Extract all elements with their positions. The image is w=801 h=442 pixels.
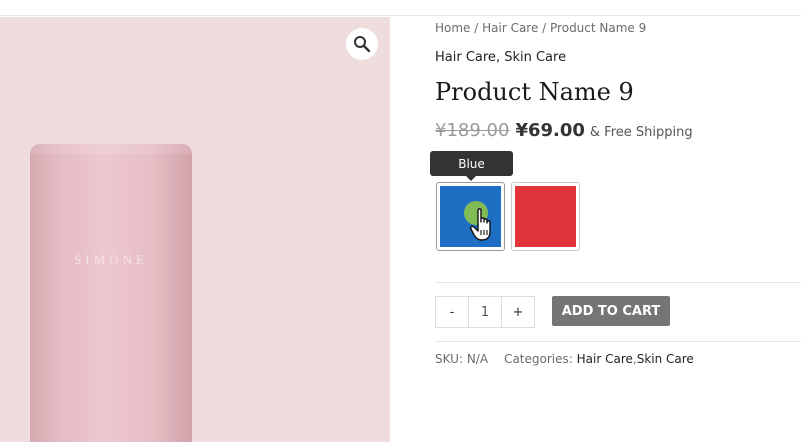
search-icon xyxy=(354,36,371,53)
quantity-input[interactable] xyxy=(468,297,502,327)
swatch-tooltip: Blue xyxy=(430,151,513,181)
quantity-plus-button[interactable]: + xyxy=(502,297,534,327)
hand-pointer-icon xyxy=(470,208,491,241)
divider xyxy=(435,282,801,283)
zoom-button[interactable] xyxy=(346,28,378,60)
swatch-red[interactable] xyxy=(511,182,580,251)
meta-category-hair-care[interactable]: Hair Care xyxy=(577,352,633,366)
breadcrumb-current: Product Name 9 xyxy=(550,21,647,35)
add-to-cart-button[interactable]: ADD TO CART xyxy=(552,296,670,326)
tube-cap xyxy=(30,144,192,154)
swatch-blue[interactable] xyxy=(436,182,505,251)
product-meta: SKU: N/A Categories: Hair Care, Skin Car… xyxy=(435,352,694,366)
color-swatches xyxy=(436,182,580,251)
categories-label: Categories: xyxy=(504,352,573,366)
regular-price: ¥189.00 xyxy=(435,120,510,141)
swatch-color xyxy=(515,186,576,247)
comma-separator: , xyxy=(495,50,505,65)
breadcrumb-separator: / xyxy=(538,21,551,35)
price-row: ¥189.00 ¥69.00 & Free Shipping xyxy=(435,120,693,141)
quantity-minus-button[interactable]: - xyxy=(436,297,468,327)
divider xyxy=(435,341,801,342)
product-title: Product Name 9 xyxy=(435,78,634,106)
breadcrumb: Home / Hair Care / Product Name 9 xyxy=(435,21,646,35)
meta-category-skin-care[interactable]: Skin Care xyxy=(637,352,694,366)
product-categories: Hair Care, Skin Care xyxy=(435,50,566,65)
category-link-skin-care[interactable]: Skin Care xyxy=(504,50,566,65)
product-image: SIMONE xyxy=(30,144,192,442)
shipping-note: & Free Shipping xyxy=(589,125,693,140)
brand-mark: SIMONE xyxy=(74,252,148,267)
breadcrumb-category[interactable]: Hair Care xyxy=(482,21,538,35)
product-gallery[interactable]: SIMONE xyxy=(0,17,390,442)
breadcrumb-home[interactable]: Home xyxy=(435,21,470,35)
category-link-hair-care[interactable]: Hair Care xyxy=(435,50,496,65)
top-bar xyxy=(0,0,801,16)
sku-label: SKU: xyxy=(435,352,463,366)
sku-value: N/A xyxy=(466,352,489,366)
sale-price: ¥69.00 xyxy=(515,120,585,141)
quantity-stepper: - + xyxy=(435,296,535,328)
breadcrumb-separator: / xyxy=(470,21,483,35)
